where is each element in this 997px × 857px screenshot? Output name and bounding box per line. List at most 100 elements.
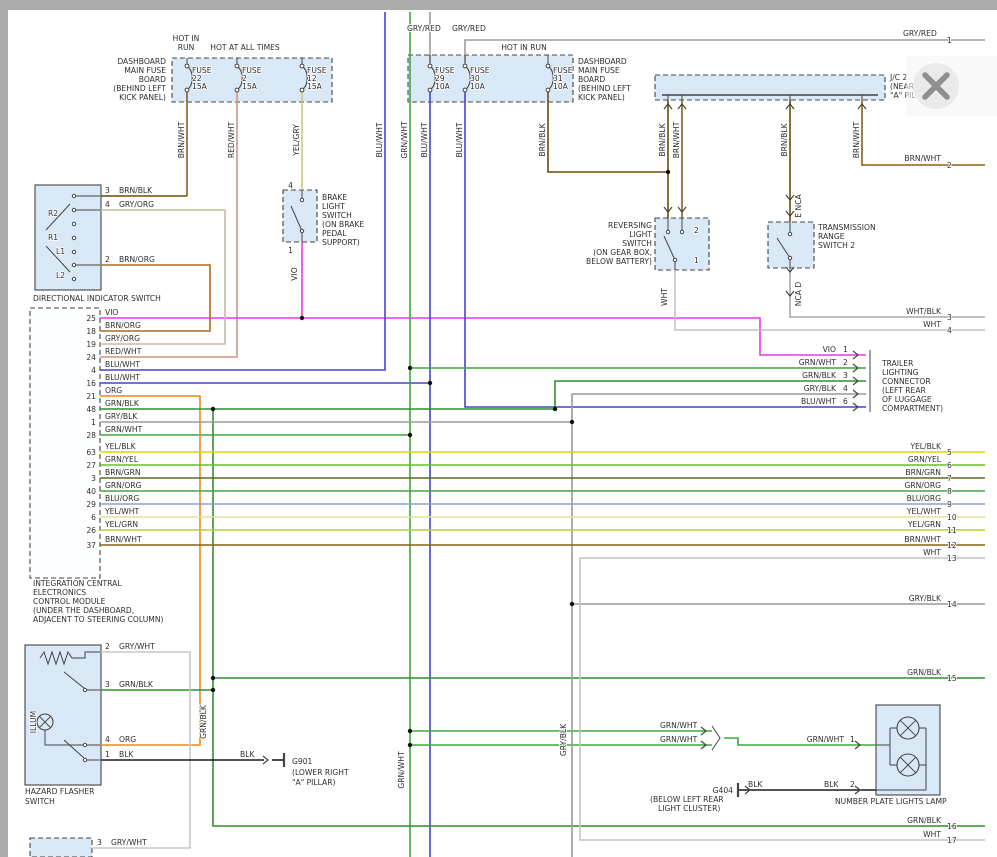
fusebox-left-caption: KICK PANEL): [119, 93, 166, 102]
contact-label: L2: [56, 271, 65, 280]
wire-label: BLK: [824, 780, 839, 789]
wire-label: GRY/ORG: [105, 334, 140, 343]
brake-caption: BRAKE: [322, 193, 347, 202]
contact-dot: [83, 743, 86, 746]
rev-caption: BELOW BATTERY): [586, 257, 652, 266]
contact-dot: [83, 758, 86, 761]
brake-caption: LIGHT: [322, 202, 345, 211]
wire-label: VIO: [823, 345, 836, 354]
wire-label: BLU/WHT: [105, 360, 140, 369]
module-pin-number: 1: [91, 418, 96, 427]
wire-label: GRY/WHT: [111, 838, 147, 847]
contact-dot: [72, 263, 75, 266]
wire-label: GRN/BLK: [199, 704, 208, 739]
wire-label: GRN/YEL: [105, 455, 139, 464]
brake-light-switch-box: [283, 190, 317, 242]
fuse-terminal: [300, 64, 304, 68]
wire-label: VIO: [290, 267, 299, 280]
wire-label: BRN/WHT: [105, 535, 142, 544]
contact-dot: [72, 222, 75, 225]
fuse-terminal: [546, 64, 550, 68]
wire-label: BLU/WHT: [455, 122, 464, 157]
junction-dot: [570, 602, 574, 606]
wire-label: BRN/WHT: [177, 121, 186, 158]
wire-label: WHT/BLK: [906, 307, 942, 316]
wire-label: YEL/BLK: [104, 442, 137, 451]
brake-caption: PEDAL: [322, 229, 347, 238]
contact-dot: [788, 256, 791, 259]
contact-dot: [680, 230, 683, 233]
wire-label: WHT: [923, 830, 941, 839]
edge-number: 4: [947, 326, 952, 335]
module-pin-number: 28: [86, 431, 96, 440]
module-pin-number: 24: [86, 353, 96, 362]
wire-label: YEL/BLK: [909, 442, 942, 451]
edge-number: 8: [947, 487, 952, 496]
module-pin-number: 26: [86, 526, 96, 535]
module-caption: CONTROL MODULE: [33, 597, 106, 606]
fusebox-left-caption: (BEHIND LEFT: [113, 84, 166, 93]
junction-dot: [408, 433, 412, 437]
junction-connector-2-box: [655, 75, 885, 100]
pin-number: 1: [694, 256, 699, 265]
module-pin-number: 27: [86, 461, 96, 470]
fuse-terminal: [185, 88, 189, 92]
wire-label: BRN/BLK: [658, 122, 667, 156]
contact-label: ILLUM: [29, 711, 38, 733]
edge-number: 14: [947, 600, 957, 609]
pin-number: 3: [843, 371, 848, 380]
canvas-background: [0, 0, 997, 857]
wire-label: BRN/BLK: [538, 122, 547, 156]
fuse-terminal: [428, 88, 432, 92]
contact-dot: [72, 194, 75, 197]
wire-label: GRN/WHT: [807, 735, 845, 744]
contact-dot: [788, 232, 791, 235]
module-pin-number: 25: [86, 314, 96, 323]
pin-number: 4: [105, 200, 110, 209]
wire-label: GRY/RED: [407, 24, 441, 33]
brake-caption: SUPPORT): [322, 238, 360, 247]
trailer-caption: (LEFT REAR: [882, 386, 927, 395]
contact-dot: [666, 230, 669, 233]
dir-switch-caption: DIRECTIONAL INDICATOR SWITCH: [33, 294, 161, 303]
rev-caption: SWITCH: [622, 239, 652, 248]
brake-caption: (ON BRAKE: [322, 220, 364, 229]
module-pin-number: 19: [86, 340, 96, 349]
wire-label: GRN/BLK: [105, 399, 140, 408]
hazard-caption: SWITCH: [25, 797, 55, 806]
wire-label: GRN/WHT: [660, 735, 698, 744]
wire-label: BRN/ORG: [105, 321, 141, 330]
wire-label: WHT: [660, 288, 669, 306]
fusebox-mid-caption: DASHBOARD: [578, 57, 627, 66]
module-caption: (UNDER THE DASHBOARD,: [33, 606, 134, 615]
wire-label: VIO: [105, 308, 118, 317]
fusebox-mid-caption: KICK PANEL): [578, 93, 625, 102]
pin-number: 1: [105, 750, 110, 759]
module-pin-number: 63: [86, 448, 96, 457]
wire-label: GRY/RED: [903, 29, 937, 38]
trans-caption: RANGE: [818, 232, 845, 241]
junction-dot: [300, 316, 304, 320]
fusebox-left-caption: BOARD: [139, 75, 166, 84]
wire-label: BLK: [240, 750, 255, 759]
wire-label: ORG: [119, 735, 136, 744]
edge-number: 2: [947, 161, 952, 170]
wire-label: GRY/ORG: [119, 200, 154, 209]
wire-label: YEL/WHT: [906, 507, 941, 516]
wire-label: GRN/ORG: [105, 481, 142, 490]
top-scrollbar[interactable]: [0, 0, 997, 10]
close-button[interactable]: [906, 56, 997, 116]
fuse-label: 10A: [470, 82, 486, 91]
wire-label: BRN/ORG: [119, 255, 155, 264]
pin-number: 1: [850, 735, 855, 744]
wire-label: GRN/BLK: [907, 816, 942, 825]
fuse-label: 15A: [307, 82, 323, 91]
fuse-terminal: [463, 64, 467, 68]
edge-number: 7: [947, 474, 952, 483]
edge-number: 10: [947, 513, 957, 522]
junction-dot: [408, 743, 412, 747]
contact-dot: [72, 250, 75, 253]
junction-dot: [428, 381, 432, 385]
edge-number: 13: [947, 554, 957, 563]
pin-number: 1: [288, 246, 293, 255]
